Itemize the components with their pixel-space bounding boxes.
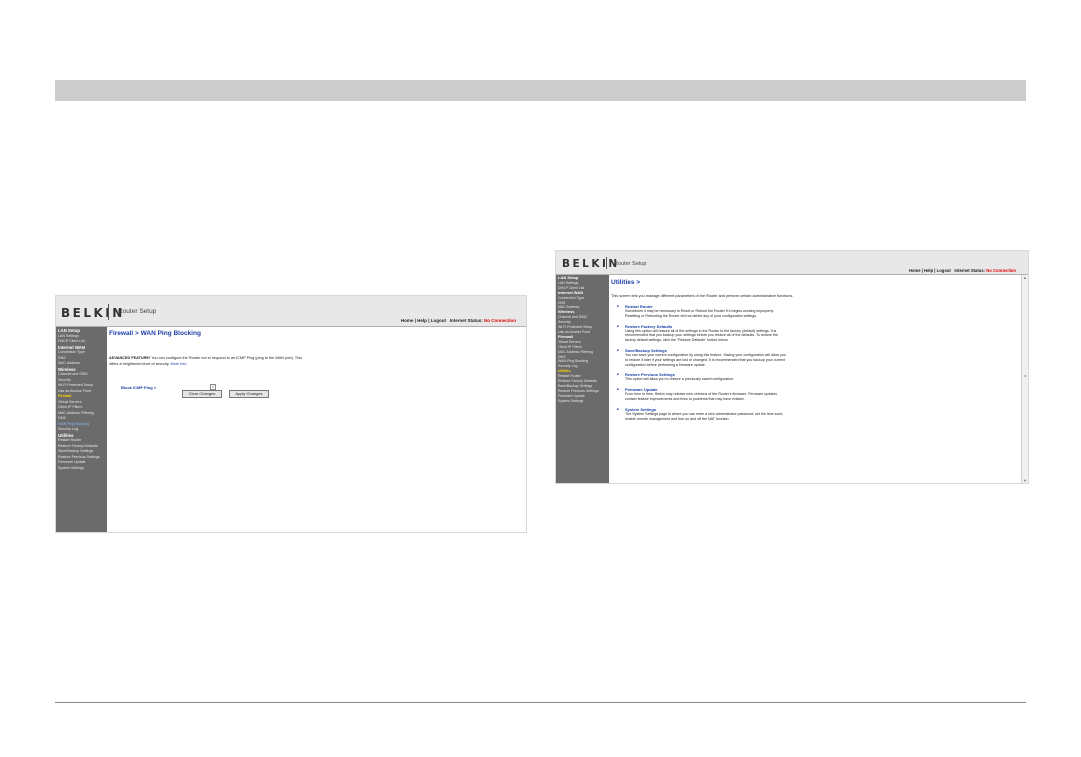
internet-status-value: No Connection <box>986 268 1016 273</box>
belkin-logo: BELKIN <box>61 306 125 320</box>
item-description: The System Settings page is where you ca… <box>625 412 1019 422</box>
utilities-list: Restart Router Sometimes it may be neces… <box>611 304 1019 421</box>
bottom-rule <box>55 702 1026 703</box>
main-content: Firewall > WAN Ping Blocking ADVANCED FE… <box>107 327 526 532</box>
screenshot-wan-ping-blocking: BELKIN Router Setup Home | Help | Logout… <box>55 295 527 533</box>
top-band <box>55 80 1026 101</box>
intro-text: This screen lets you manage different pa… <box>611 294 794 298</box>
header-bar: BELKIN Router Setup Home | Help | Logout… <box>56 296 526 327</box>
advanced-feature-label: ADVANCED FEATURE! <box>109 356 151 360</box>
logout-link[interactable]: Logout <box>431 318 446 323</box>
advanced-feature-line2: offers a heightened level of security. <box>109 361 171 366</box>
item-description: Using this option will restore all of th… <box>625 329 1019 343</box>
item-description: Sometimes it may be necessary to Reset o… <box>625 309 1019 319</box>
list-item: Restore Previous Settings This option wi… <box>617 372 1019 382</box>
advanced-feature-line1: You can configure the Router not to resp… <box>150 356 303 360</box>
description-line: configuration before performing a firmwa… <box>625 362 706 367</box>
router-setup-label: Router Setup <box>614 261 647 267</box>
description-line: contain feature improvements and fixes t… <box>625 396 745 401</box>
description-line: factory default settings, click the "Res… <box>625 338 729 343</box>
description-line: Resetting or Rebooting the Router will n… <box>625 313 758 318</box>
screenshot-utilities: BELKIN Router Setup Home | Help | Logout… <box>555 250 1029 484</box>
router-setup-label: Router Setup <box>118 308 157 315</box>
home-link[interactable]: Home <box>401 318 414 323</box>
header-bar: BELKIN Router Setup Home | Help | Logout… <box>556 251 1028 275</box>
logo-divider <box>606 257 607 269</box>
home-link[interactable]: Home <box>909 268 921 273</box>
scroll-thumb-icon[interactable]: ◂ <box>1022 373 1028 378</box>
main-content: Utilities > This screen lets you manage … <box>609 275 1021 483</box>
scroll-down-icon[interactable]: ▼ <box>1022 478 1028 483</box>
sidebar-nav: LAN Setup LAN Settings DHCP Client List … <box>556 275 609 483</box>
sidebar-item-system-settings[interactable]: System Settings <box>56 466 107 472</box>
more-info-link[interactable]: More Info <box>171 362 187 366</box>
block-icmp-ping-label: Block ICMP Ping > <box>121 385 157 390</box>
belkin-logo: BELKIN <box>562 258 620 270</box>
logout-link[interactable]: Logout <box>937 268 951 273</box>
clear-changes-button[interactable]: Clear Changes <box>182 390 222 398</box>
page-title: Firewall > WAN Ping Blocking <box>109 330 201 337</box>
list-item: System Settings The System Settings page… <box>617 407 1019 422</box>
help-link[interactable]: Help <box>417 318 427 323</box>
internet-status-label: Internet Status: <box>449 318 483 323</box>
item-description: You can save your current configuration … <box>625 353 1019 367</box>
apply-changes-button[interactable]: Apply Changes <box>229 390 269 398</box>
list-item: Save/Backup Settings You can save your c… <box>617 348 1019 367</box>
help-link[interactable]: Help <box>924 268 933 273</box>
list-item: Restore Factory Defaults Using this opti… <box>617 324 1019 343</box>
description-line: enable remote management and turn on and… <box>625 416 730 421</box>
item-description: This option will allow you to restore a … <box>625 377 1019 382</box>
sidebar-nav: LAN Setup LAN Settings DHCP Client List … <box>56 327 107 532</box>
list-item: Firmware Update From time to time, Belki… <box>617 387 1019 402</box>
sidebar-item-system-settings[interactable]: System Settings <box>556 399 609 404</box>
item-description: From time to time, Belkin may release ne… <box>625 392 1019 402</box>
advanced-feature-text: ADVANCED FEATURE! You can configure the … <box>109 356 329 367</box>
scroll-up-icon[interactable]: ▲ <box>1022 275 1028 280</box>
description-line: This option will allow you to restore a … <box>625 377 735 382</box>
vertical-scrollbar[interactable]: ▲ ◂ ▼ <box>1021 275 1028 483</box>
page-title: Utilities > <box>611 279 641 286</box>
list-item: Restart Router Sometimes it may be neces… <box>617 304 1019 319</box>
logo-divider <box>108 304 109 320</box>
internet-status-value: No Connection <box>484 318 516 323</box>
internet-status-label: Internet Status: <box>954 268 986 273</box>
top-links: Home | Help | Logout Internet Status: No… <box>908 268 1016 273</box>
top-links: Home | Help | Logout Internet Status: No… <box>400 318 516 323</box>
